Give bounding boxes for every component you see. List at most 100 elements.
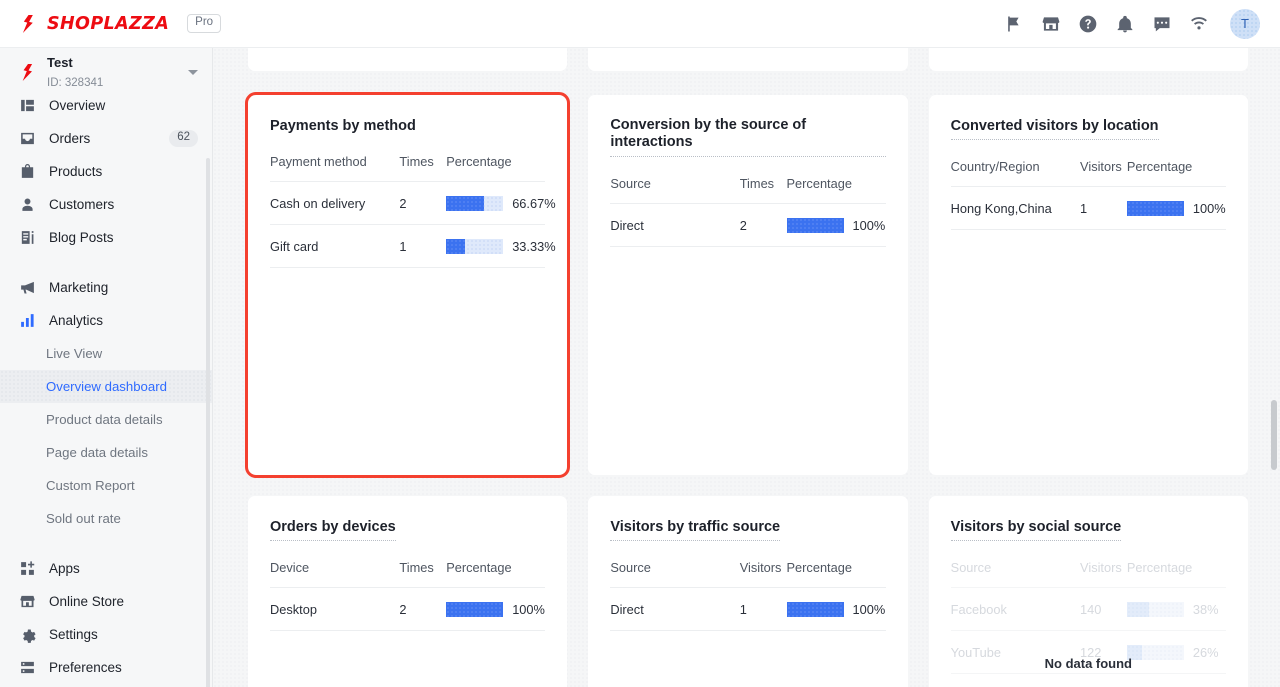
card-title[interactable]: Conversion by the source of interactions [610,117,886,157]
bell-icon[interactable] [1115,14,1135,34]
column-header: Percentage [446,154,512,170]
card-title[interactable]: Orders by devices [270,519,396,542]
sidebar-item-apps[interactable]: Apps [0,552,212,585]
sidebar-scrollbar[interactable] [206,158,210,687]
percentage-label: 100% [512,602,545,618]
sidebar-item-online-store[interactable]: Online Store [0,585,212,618]
sidebar-subitem-label: Live View [46,346,103,361]
column-header: Visitors [1080,159,1122,175]
sidebar-item-marketing[interactable]: Marketing [0,271,212,304]
top-bar-icons: T [1004,8,1280,39]
percentage-bar [786,217,844,233]
column-header: Percentage [786,175,852,191]
column-header: Visitors [1080,560,1122,576]
sidebar-item-label: Customers [49,197,115,212]
sidebar-item-orders[interactable]: Orders 62 [0,122,212,155]
row-label: Facebook [950,587,1081,631]
percentage-bar [446,602,504,618]
row-percentage: 100% [786,587,886,632]
column-header: Source [610,560,651,576]
card-title[interactable]: Visitors by traffic source [610,519,781,542]
sidebar-subitem-sold-out-rate[interactable]: Sold out rate [0,502,212,535]
row-percentage: 66.67% [446,181,556,225]
sidebar-subitem-product-data-details[interactable]: Product data details [0,403,212,436]
sidebar-item-label: Overview [49,98,106,113]
overview-icon [19,97,36,114]
sidebar-subitem-page-data-details[interactable]: Page data details [0,436,212,469]
card-partial-3 [928,48,1248,71]
row-times: 1 [1080,186,1127,231]
wifi-icon[interactable] [1189,14,1209,34]
row-percentage: 38% [1126,587,1226,631]
sidebar-item-blog-posts[interactable]: Blog Posts [0,221,212,254]
percentage-bar [446,239,504,255]
percentage-label: 100% [852,602,886,618]
sidebar-divider-1 [0,254,212,271]
avatar[interactable]: T [1230,8,1260,39]
card-orders-by-devices: Orders by devices Device Times Percentag… [248,496,568,687]
sidebar-item-label: Analytics [49,313,104,328]
cards-row-previous [248,48,1248,71]
sidebar-item-label: Products [49,164,103,179]
sidebar-item-customers[interactable]: Customers [0,188,212,221]
row-percentage: 100% [446,587,546,632]
column-header: Percentage [446,560,512,576]
marketing-icon [19,279,36,296]
sidebar-item-products[interactable]: Products [0,155,212,188]
column-header: Percentage [1126,159,1193,175]
sidebar-item-settings[interactable]: Settings [0,618,212,651]
store-mark-icon [18,63,37,82]
flag-icon[interactable] [1004,14,1024,34]
chat-icon[interactable] [1152,14,1172,34]
card-title[interactable]: Visitors by social source [950,519,1122,542]
table-row: Direct 1 100% [610,587,886,632]
table-row: Facebook 140 38% [950,587,1226,631]
chevron-down-icon[interactable] [188,70,198,75]
table-row: Gift card 1 33.33% [270,224,556,269]
row-label: Direct [610,587,740,632]
payments-table: Payment method Times Percentage Cash on … [270,154,556,269]
sidebar-subitem-label: Sold out rate [46,511,121,526]
preferences-icon [19,659,36,676]
orders-icon [19,130,36,147]
plan-badge: Pro [187,14,222,33]
brand-logo[interactable]: SHOPLAZZA Pro [0,14,222,34]
online-store-icon [19,593,36,610]
store-name: Test [47,55,73,71]
percentage-label: 100% [1192,201,1226,217]
row-label: Cash on delivery [270,181,400,225]
empty-state-message: No data found [1044,656,1133,671]
page-scrollbar[interactable] [1271,400,1277,470]
percentage-label: 100% [852,217,886,233]
card-partial-2 [588,48,908,71]
store-icon[interactable] [1041,14,1061,34]
blog-icon [19,229,36,246]
row-times: 1 [399,224,447,269]
orders-count-badge: 62 [169,130,198,147]
card-title[interactable]: Converted visitors by location [950,118,1159,141]
sidebar-subitem-custom-report[interactable]: Custom Report [0,469,212,502]
row-times: 2 [399,181,447,225]
percentage-bar [446,196,504,212]
percentage-bar [1126,201,1184,217]
sidebar-subitem-label: Overview dashboard [46,379,167,394]
sidebar-subitem-overview-dashboard[interactable]: Overview dashboard [0,370,212,403]
sidebar-item-analytics[interactable]: Analytics [0,304,212,337]
cards-row-middle: Payments by method Payment method Times … [244,92,1248,478]
sidebar-item-label: Blog Posts [49,230,114,245]
sidebar-subitem-label: Custom Report [46,478,135,493]
card-payments-by-method[interactable]: Payments by method Payment method Times … [244,92,571,478]
sidebar-item-label: Preferences [49,660,122,675]
store-switcher[interactable]: Test ID: 328341 [0,48,212,97]
sidebar-item-label: Marketing [49,280,109,295]
sidebar-divider-2 [0,535,212,552]
conversion-table: Source Times Percentage Direct 2 100% [610,175,886,247]
table-row: Cash on delivery 2 66.67% [270,181,556,225]
sidebar-item-label: Orders [49,131,91,146]
sidebar-item-preferences[interactable]: Preferences [0,651,212,684]
row-times: 2 [399,587,447,632]
sidebar-item-label: Apps [49,561,80,576]
sidebar-subitem-live-view[interactable]: Live View [0,337,212,370]
help-icon[interactable] [1078,14,1098,34]
column-header: Source [610,175,651,191]
